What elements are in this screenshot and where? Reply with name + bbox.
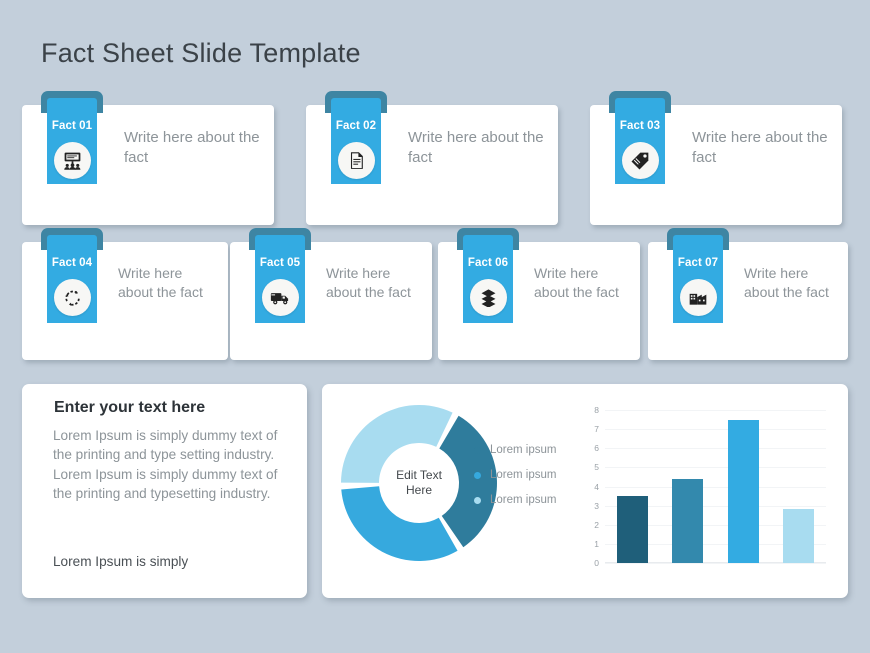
ribbon-body: Fact 07 <box>673 235 723 323</box>
chart-panel: Edit Text Here Lorem ipsum Lorem ipsum Lor… <box>322 384 848 598</box>
y-axis-tick-label: 8 <box>594 405 599 415</box>
y-axis-tick-label: 1 <box>594 538 599 549</box>
fact-card-04[interactable]: Fact 04 Write here about the fact <box>22 228 228 360</box>
legend-label: Lorem ipsum <box>490 494 557 506</box>
y-axis-tick-label: 0 <box>594 558 599 568</box>
fact-label: Fact 03 <box>619 120 661 132</box>
legend-label: Lorem ipsum <box>490 444 557 456</box>
fact-label: Fact 04 <box>51 257 93 269</box>
legend-color-dot <box>474 446 481 454</box>
gridline <box>605 429 826 431</box>
ribbon-body: Fact 03 <box>615 98 665 184</box>
fact-label: Fact 05 <box>259 257 301 269</box>
factory-icon <box>679 279 717 316</box>
donut-segment[interactable] <box>341 486 458 561</box>
fact-text: Write here about the fact <box>534 265 619 300</box>
document-icon <box>337 142 375 179</box>
bar-chart[interactable]: 8 7 6 5 4 3 2 1 0 <box>587 404 832 579</box>
fact-label: Fact 06 <box>467 257 509 269</box>
presentation-people-icon <box>53 142 91 179</box>
gridline <box>605 410 826 411</box>
ribbon-body: Fact 06 <box>463 235 513 323</box>
y-axis-tick-label: 4 <box>594 481 599 492</box>
ribbon-body: Fact 02 <box>331 98 381 184</box>
fact-card-06[interactable]: Fact 06 Write here about the fact <box>438 228 640 360</box>
fact-card-01[interactable]: Fact 01 Write here about the fact <box>22 91 274 225</box>
y-axis-tick-label: 3 <box>594 500 599 511</box>
panel-body-text: Lorem Ipsum is simply dummy text of the … <box>53 428 278 502</box>
fact-text: Write here about the fact <box>692 129 828 167</box>
fact-text: Write here about the fact <box>124 129 260 167</box>
fact-card-02[interactable]: Fact 02 Write here about the fact <box>306 91 558 225</box>
y-axis-tick-label: 2 <box>594 519 599 530</box>
slide-canvas: Fact Sheet Slide Template Fact 01 Write … <box>0 0 870 653</box>
legend-item: Lorem ipsum <box>474 444 556 456</box>
y-axis-tick-label: 6 <box>594 443 599 454</box>
legend-label: Lorem ipsum <box>490 469 557 481</box>
bar[interactable] <box>672 478 704 563</box>
layers-stack-icon <box>469 279 507 316</box>
legend-item: Lorem ipsum <box>474 469 556 481</box>
gridline <box>605 563 826 564</box>
gridline <box>605 448 826 450</box>
fact-card-05[interactable]: Fact 05 Write here about the fact <box>230 228 432 360</box>
bar[interactable] <box>782 509 814 563</box>
ribbon-body: Fact 05 <box>255 235 305 323</box>
fact-text: Write here about the fact <box>326 265 411 300</box>
y-axis-tick-label: 7 <box>594 424 599 435</box>
ribbon-body: Fact 04 <box>47 235 97 323</box>
gridline <box>605 486 826 488</box>
fact-card-03[interactable]: Fact 03 Write here about the fact <box>590 91 842 225</box>
panel-footer-text: Lorem Ipsum is simply <box>53 554 189 569</box>
delivery-truck-icon <box>261 279 299 316</box>
fact-card-07[interactable]: Fact 07 Write here about the fact <box>648 228 848 360</box>
legend-color-dot <box>474 471 481 479</box>
bar[interactable] <box>617 496 649 563</box>
fact-text: Write here about the fact <box>118 265 203 300</box>
fact-text: Write here about the fact <box>744 265 829 300</box>
fact-label: Fact 02 <box>335 120 377 132</box>
legend-item: Lorem ipsum <box>474 494 556 506</box>
panel-heading: Enter your text here <box>54 399 206 416</box>
tag-icon <box>621 142 659 179</box>
recycle-arrows-icon <box>53 279 91 316</box>
text-panel[interactable]: Enter your text here Lorem Ipsum is simp… <box>22 384 307 598</box>
y-axis-tick-label: 5 <box>594 462 599 473</box>
fact-label: Fact 01 <box>51 120 93 132</box>
fact-text: Write here about the fact <box>408 129 544 167</box>
fact-label: Fact 07 <box>677 257 719 269</box>
bar[interactable] <box>727 419 759 563</box>
ribbon-body: Fact 01 <box>47 98 97 184</box>
gridline <box>605 467 826 469</box>
legend-color-dot <box>474 496 481 504</box>
page-title: Fact Sheet Slide Template <box>41 38 361 68</box>
donut-segment[interactable] <box>341 405 453 483</box>
donut-legend: Lorem ipsum Lorem ipsum Lorem ipsum <box>474 444 556 519</box>
